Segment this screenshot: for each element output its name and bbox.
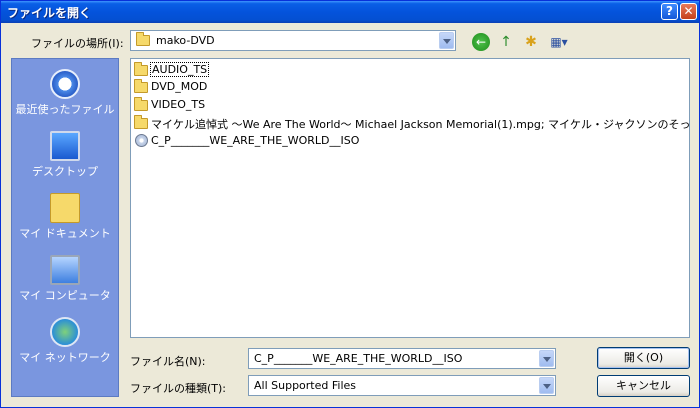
window-title: ファイルを開く (7, 6, 92, 20)
back-arrow-icon[interactable]: ← (472, 33, 490, 51)
open-button[interactable]: 開く(O) (597, 347, 690, 369)
folder-icon (134, 97, 148, 111)
place-label: 最近使ったファイル (15, 103, 115, 116)
my-network-icon (50, 317, 80, 347)
up-folder-icon[interactable]: ↑ (497, 33, 515, 51)
cancel-button[interactable]: キャンセル (597, 375, 690, 397)
open-file-dialog: ファイルを開く ? ✕ ファイルの場所(I): mako-DVD ← ↑ ✱ ▦… (0, 0, 700, 408)
file-name-text: DVD_MOD (151, 80, 208, 93)
desktop-icon (50, 131, 80, 161)
file-name-label: ファイル名(N): (130, 355, 206, 368)
place-my-network[interactable]: マイ ネットワーク (12, 313, 118, 375)
place-label: マイ コンピュータ (19, 289, 111, 302)
file-type-value: All Supported Files (254, 379, 357, 392)
file-name-text: マイケル追悼式 ～We Are The World～ Michael Jacks… (151, 118, 690, 131)
my-documents-icon (50, 193, 80, 223)
file-name-text: C_P_______WE_ARE_THE_WORLD__ISO (151, 134, 360, 147)
views-menu-icon[interactable]: ▦▾ (546, 33, 572, 51)
place-my-computer[interactable]: マイ コンピュータ (12, 251, 118, 313)
help-button[interactable]: ? (661, 3, 678, 20)
folder-icon (134, 115, 148, 129)
disc-image-icon (135, 134, 148, 147)
file-name-text: VIDEO_TS (151, 98, 206, 111)
file-list[interactable]: AUDIO_TS DVD_MOD VIDEO_TS マイケル追悼式 ～We Ar… (130, 58, 690, 338)
title-bar[interactable]: ファイルを開く ? ✕ (1, 1, 699, 23)
file-name-field[interactable]: C_P_______WE_ARE_THE_WORLD__ISO (248, 348, 556, 369)
file-type-dropdown[interactable]: All Supported Files (248, 375, 556, 396)
place-recent[interactable]: 最近使ったファイル (12, 65, 118, 127)
look-in-dropdown[interactable]: mako-DVD (130, 30, 456, 51)
look-in-value: mako-DVD (156, 34, 215, 47)
recent-icon (50, 69, 80, 99)
file-name-value: C_P_______WE_ARE_THE_WORLD__ISO (254, 352, 463, 365)
place-desktop[interactable]: デスクトップ (12, 127, 118, 189)
chevron-down-icon[interactable] (439, 32, 454, 49)
folder-icon (134, 79, 148, 93)
place-label: マイ ドキュメント (19, 227, 111, 240)
chevron-down-icon[interactable] (539, 350, 554, 367)
chevron-down-icon[interactable] (539, 377, 554, 394)
my-computer-icon (50, 255, 80, 285)
folder-icon (134, 62, 148, 76)
look-in-label: ファイルの場所(I): (31, 37, 124, 50)
place-label: マイ ネットワーク (19, 351, 111, 364)
close-button[interactable]: ✕ (680, 3, 697, 20)
folder-icon (136, 32, 150, 46)
file-name-text: AUDIO_TS (149, 62, 210, 77)
new-folder-icon[interactable]: ✱ (522, 33, 540, 51)
place-my-documents[interactable]: マイ ドキュメント (12, 189, 118, 251)
places-bar: 最近使ったファイル デスクトップ マイ ドキュメント マイ コンピュータ マイ … (11, 58, 119, 397)
place-label: デスクトップ (32, 165, 98, 178)
file-type-label: ファイルの種類(T): (130, 382, 227, 395)
